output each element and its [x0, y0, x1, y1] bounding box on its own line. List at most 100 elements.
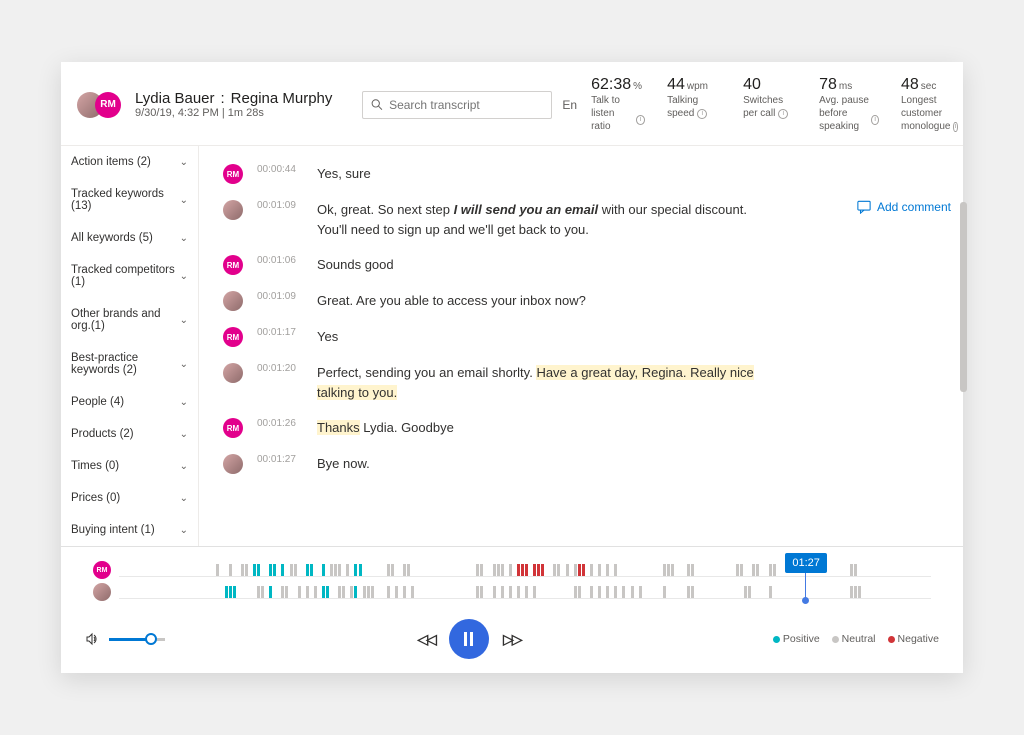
pause-icon: [464, 632, 473, 646]
transcript-line[interactable]: 00:01:09Ok, great. So next step I will s…: [223, 200, 939, 239]
sentiment-tick: [480, 586, 483, 598]
sentiment-tick: [371, 586, 374, 598]
sentiment-tick: [537, 564, 540, 576]
info-icon[interactable]: i: [953, 122, 957, 132]
sentiment-tick: [338, 586, 341, 598]
stat-2: 40Switchesper calli: [743, 76, 797, 133]
sentiment-tick: [574, 586, 577, 598]
sentiment-tick: [578, 586, 581, 598]
sentiment-tick: [691, 586, 694, 598]
sentiment-tick: [769, 564, 772, 576]
sentiment-tick: [330, 564, 333, 576]
sentiment-tick: [354, 586, 357, 598]
sentiment-tick: [744, 586, 747, 598]
utterance-text: Yes: [317, 327, 338, 347]
sidebar-item-10[interactable]: Buying intent (1)⌄: [61, 514, 198, 546]
sentiment-tick: [740, 564, 743, 576]
sentiment-tick: [281, 564, 284, 576]
sidebar-item-label: Best-practice keywords (2): [71, 352, 180, 376]
sentiment-tick: [521, 564, 524, 576]
volume-icon: [85, 631, 101, 647]
app-window: RM Lydia Bauer : Regina Murphy 9/30/19, …: [61, 62, 963, 673]
sentiment-tick: [687, 564, 690, 576]
sentiment-tick: [614, 586, 617, 598]
sidebar-item-9[interactable]: Prices (0)⌄: [61, 482, 198, 514]
track-avatar-customer: RM: [93, 561, 111, 579]
sentiment-legend: Positive Neutral Negative: [773, 633, 939, 645]
info-icon[interactable]: i: [778, 109, 788, 119]
sentiment-tick: [306, 564, 309, 576]
sidebar-item-0[interactable]: Action items (2)⌄: [61, 146, 198, 178]
playhead-dot: [802, 597, 809, 604]
sentiment-tick: [557, 564, 560, 576]
sentiment-tick: [667, 564, 670, 576]
sidebar-item-5[interactable]: Best-practice keywords (2)⌄: [61, 342, 198, 386]
chevron-down-icon: ⌄: [180, 195, 188, 206]
sidebar-item-label: People (4): [71, 396, 124, 408]
sidebar-item-2[interactable]: All keywords (5)⌄: [61, 222, 198, 254]
chevron-down-icon: ⌄: [180, 429, 188, 440]
sentiment-tick: [493, 564, 496, 576]
sidebar-item-7[interactable]: Products (2)⌄: [61, 418, 198, 450]
transcript-line[interactable]: 00:01:09Great. Are you able to access yo…: [223, 291, 939, 311]
sentiment-tick: [359, 564, 362, 576]
sentiment-tick: [598, 564, 601, 576]
sentiment-tick: [691, 564, 694, 576]
skip-back-button[interactable]: ◁◁: [417, 631, 435, 648]
info-icon[interactable]: i: [636, 115, 645, 125]
transcript-line[interactable]: 00:01:20Perfect, sending you an email sh…: [223, 363, 939, 402]
sidebar-item-4[interactable]: Other brands and org.(1)⌄: [61, 298, 198, 342]
sentiment-tick: [736, 564, 739, 576]
legend-negative: Negative: [888, 633, 939, 645]
skip-forward-button[interactable]: ▷▷: [503, 631, 521, 648]
add-comment-button[interactable]: Add comment: [857, 200, 951, 214]
sentiment-tick: [281, 586, 284, 598]
transcript-line[interactable]: RM00:01:26Thanks Lydia. Goodbye: [223, 418, 939, 438]
chevron-down-icon: ⌄: [180, 397, 188, 408]
add-comment-label: Add comment: [877, 200, 951, 214]
info-icon[interactable]: i: [871, 115, 879, 125]
timestamp: 00:01:17: [257, 327, 303, 338]
transcript-panel: Add comment RM00:00:44Yes, sure 00:01:09O…: [199, 146, 963, 546]
play-pause-button[interactable]: [449, 619, 489, 659]
sentiment-tick: [326, 586, 329, 598]
sentiment-tick: [253, 564, 256, 576]
sentiment-tick: [363, 586, 366, 598]
transcript-line[interactable]: RM00:01:17Yes: [223, 327, 939, 347]
sidebar-item-3[interactable]: Tracked competitors (1)⌄: [61, 254, 198, 298]
sentiment-tick: [407, 564, 410, 576]
sidebar-item-label: Tracked keywords (13): [71, 188, 180, 212]
info-icon[interactable]: i: [697, 109, 707, 119]
utterance-text: Great. Are you able to access your inbox…: [317, 291, 586, 311]
sentiment-tick: [216, 564, 219, 576]
transcript-line[interactable]: 00:01:27Bye now.: [223, 454, 939, 474]
volume-control[interactable]: [85, 631, 165, 647]
sentiment-tick: [273, 564, 276, 576]
sidebar-item-6[interactable]: People (4) ⌄: [61, 386, 198, 418]
sidebar-item-label: Other brands and org.(1): [71, 308, 180, 332]
sidebar-item-label: Action items (2): [71, 156, 151, 168]
search-input-wrap[interactable]: [362, 91, 552, 119]
sentiment-tick: [342, 586, 345, 598]
transcript-line[interactable]: RM00:00:44Yes, sure: [223, 164, 939, 184]
stat-1: 44wpmTalkingspeedi: [667, 76, 721, 133]
sentiment-tracks[interactable]: RM 01:27: [85, 559, 939, 603]
sentiment-tick: [850, 586, 853, 598]
volume-slider[interactable]: [109, 638, 165, 641]
sentiment-tick: [525, 564, 528, 576]
playhead[interactable]: 01:27: [805, 557, 806, 600]
speaker-avatar: RM: [223, 255, 243, 275]
transcript-line[interactable]: RM00:01:06Sounds good: [223, 255, 939, 275]
sentiment-tick: [663, 564, 666, 576]
audio-player: RM 01:27 ◁◁: [61, 546, 963, 673]
sentiment-tick: [387, 586, 390, 598]
comment-icon: [857, 200, 871, 214]
search-input[interactable]: [389, 98, 543, 112]
track-agent-ticks[interactable]: 01:27: [119, 585, 931, 599]
body: Action items (2)⌄Tracked keywords (13)⌄A…: [61, 146, 963, 546]
player-controls: ◁◁ ▷▷ Positive Neutral Negative: [85, 619, 939, 659]
volume-knob[interactable]: [145, 633, 157, 645]
sidebar-item-1[interactable]: Tracked keywords (13)⌄: [61, 178, 198, 222]
sidebar-item-8[interactable]: Times (0)⌄: [61, 450, 198, 482]
language-selector[interactable]: En: [562, 98, 577, 112]
